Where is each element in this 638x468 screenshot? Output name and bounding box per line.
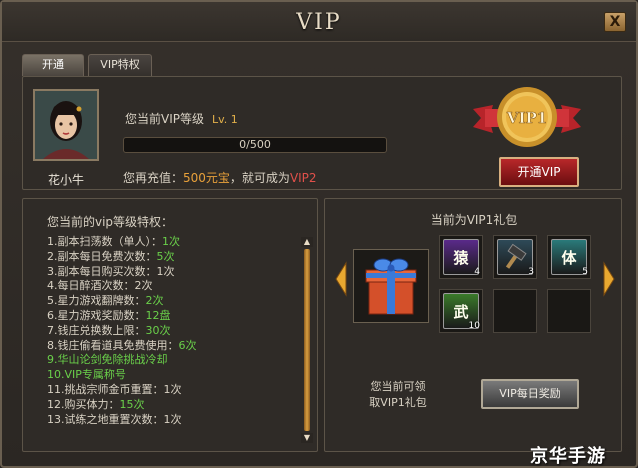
privilege-item: 3.副本每日购买次数：1次 [47,265,197,280]
privilege-item: 4.每日醉酒次数：2次 [47,279,197,294]
vip-level-line: 您当前VIP等级 Lv. 1 [125,110,238,127]
recharge-hint: 您再充值：500元宝，就可成为VIP2 [123,169,317,186]
avatar [33,89,99,161]
privileges-title: 您当前的vip等级特权： [47,215,174,229]
claim-hint-line2: 取VIP1礼包 [369,396,427,409]
privilege-item: 5.星力游戏翻牌数：2次 [47,294,197,309]
privilege-item: 1.副本扫荡数（单人）：1次 [47,235,197,250]
privilege-text: 3.副本每日购买次数：1次 [47,264,175,278]
privilege-value: 5次 [156,249,175,263]
scroll-thumb[interactable] [304,249,310,431]
character-name: 花小牛 [47,173,84,187]
privilege-item: 11.挑战宗师金币重置：1次 [47,383,197,398]
privilege-value: 2次 [145,294,164,308]
privilege-value: 15次 [119,397,145,411]
vip-window: VIP X 开通 VIP特权 花小牛 您当前VIP等级 Lv. 1 0/500 … [0,0,638,468]
privileges-panel: 您当前的vip等级特权： 1.副本扫荡数（单人）：1次 2.副本每日免费次数：5次… [22,198,318,452]
gift-item-slot[interactable]: 体5 [547,235,591,279]
gift-pack-title: 当前为VIP1礼包 [430,213,518,227]
gift-item-slot[interactable]: 3 [493,235,537,279]
vip-medal-icon: VIP1 [473,87,581,147]
open-vip-button[interactable]: 开通VIP [499,157,579,187]
tab-vip-privileges[interactable]: VIP特权 [88,54,152,76]
gift-pack-panel: 当前为VIP1礼包 猿 4 3 体 5 武 10 您当前可领 取VIP1礼包 VIP每日奖励 [324,198,622,452]
privilege-text: 1.副本扫荡数（单人）： [47,235,162,248]
privilege-item: 10.VIP专属称号 [47,368,197,383]
privilege-value: 6次 [178,338,197,352]
claim-hint-line1: 您当前可领 [370,380,426,393]
gift-item-slot[interactable]: 武 10 [439,289,483,333]
privilege-text: 6.星力游戏奖励数： [47,308,146,322]
medal-text: VIP1 [506,109,547,127]
privilege-text: 4.每日醉酒次数：2次 [47,279,153,293]
recharge-prefix: 您再充值： [123,171,184,185]
privilege-text: 8.钱庄偷看道具免费使用： [47,338,179,352]
empty-item-slot[interactable] [493,289,537,333]
privilege-item: 8.钱庄偷看道具免费使用：6次 [47,339,197,354]
privilege-text: 5.星力游戏翻牌数： [47,294,146,308]
privileges-list: 1.副本扫荡数（单人）：1次 2.副本每日免费次数：5次 3.副本每日购买次数：1次… [47,235,197,427]
privilege-item: 6.星力游戏奖励数：12盘 [47,309,197,324]
item-count: 5 [582,267,588,277]
recharge-target: VIP2 [289,171,317,185]
gift-item-slot[interactable]: 猿4 [439,235,483,279]
privilege-value: 12盘 [145,308,171,322]
vip-exp-bar: 0/500 [123,137,387,153]
gift-box-icon [365,258,417,315]
privilege-text: 12.购买体力： [47,397,120,411]
close-button[interactable]: X [604,12,626,32]
privilege-text: 10.VIP专属称号 [47,368,126,382]
title-bar: VIP X [2,2,636,42]
privilege-item: 7.钱庄兑换数上限：30次 [47,324,197,339]
privilege-text: 7.钱庄兑换数上限： [47,323,146,337]
recharge-middle: ，就可成为 [229,171,290,185]
tab-open[interactable]: 开通 [22,54,84,76]
privilege-value: 1次 [162,235,180,248]
vip-level-label: 您当前VIP等级 [125,112,204,126]
scroll-up-icon[interactable]: ▲ [301,237,313,247]
item-count: 4 [474,267,480,277]
item-count: 10 [468,321,480,331]
window-title: VIP [296,10,342,35]
privilege-text: 11.挑战宗师金币重置：1次 [47,382,182,396]
player-panel: 花小牛 您当前VIP等级 Lv. 1 0/500 您再充值：500元宝，就可成为V… [22,76,622,190]
privilege-text: 2.副本每日免费次数： [47,249,157,263]
gift-box[interactable] [353,249,429,323]
empty-item-slot[interactable] [547,289,591,333]
item-count: 3 [528,267,534,277]
privilege-item: 13.试练之地重置次数：1次 [47,413,197,428]
privilege-text: 13.试练之地重置次数：1次 [47,412,182,426]
vip-exp-text: 0/500 [239,138,271,151]
prev-pack-icon[interactable] [335,261,347,297]
privilege-value: 30次 [145,323,171,337]
privilege-text: 9.华山论剑免除挑战冷却 [47,353,168,367]
privilege-item: 2.副本每日免费次数：5次 [47,250,197,265]
vip-daily-reward-button[interactable]: VIP每日奖励 [481,379,579,409]
watermark: 京华手游 [530,446,606,467]
next-pack-icon[interactable] [603,261,615,297]
privilege-item: 9.华山论剑免除挑战冷却 [47,353,197,368]
vip-level-value: Lv. 1 [212,113,238,126]
scroll-down-icon[interactable]: ▼ [301,433,313,443]
privilege-item: 12.购买体力：15次 [47,398,197,413]
recharge-amount: 500元宝 [183,171,230,185]
privileges-scrollbar[interactable]: ▲ ▼ [301,237,313,443]
claim-hint: 您当前可领 取VIP1礼包 [353,379,443,411]
